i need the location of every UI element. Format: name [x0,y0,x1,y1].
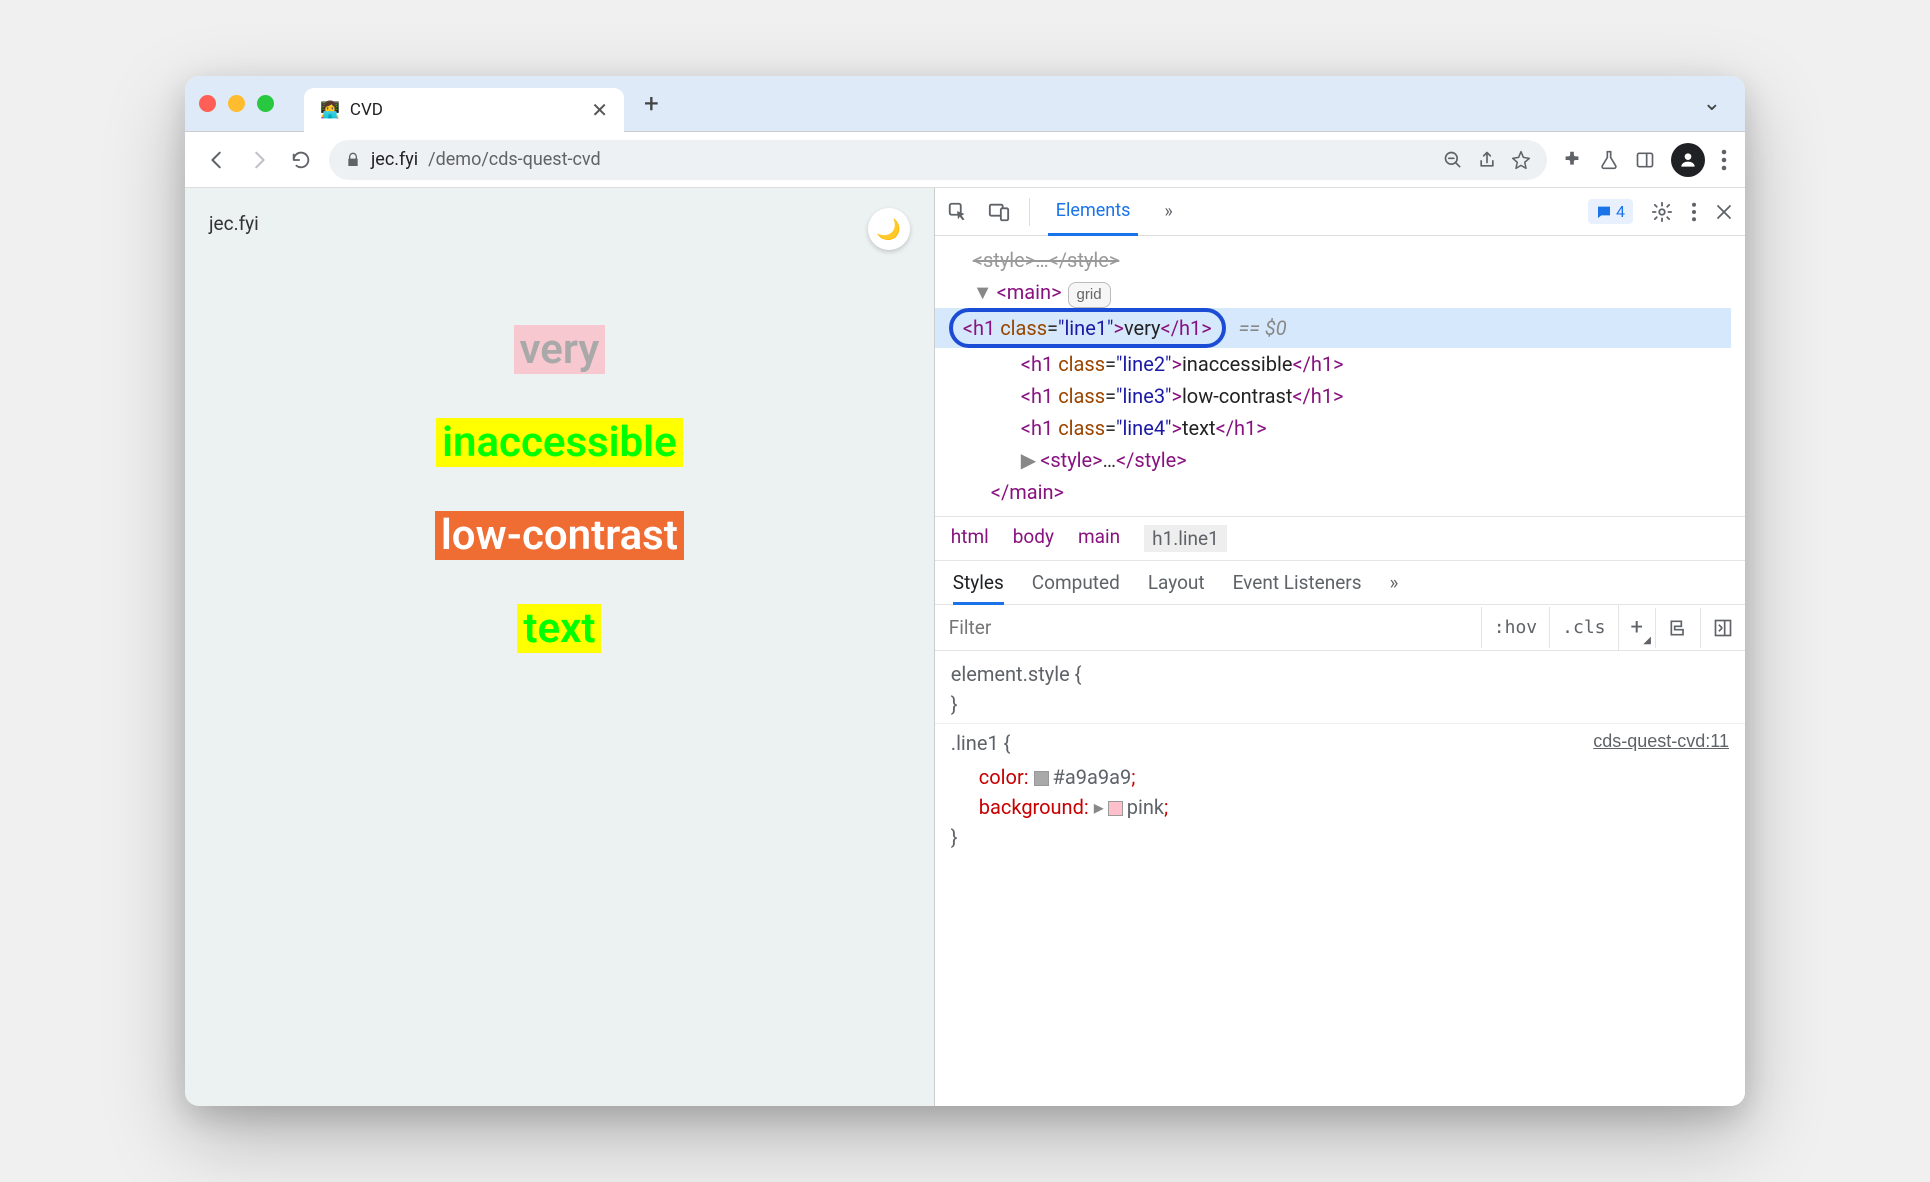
reload-icon [290,149,312,171]
tab-title: CVD [350,100,581,120]
devtools-panel: Elements » 4 <style>…</style> ▼<main>gri… [934,188,1745,1106]
content-area: jec.fyi 🌙 very inaccessible low-contrast… [185,188,1745,1106]
dom-selected-suffix: == $0 [1239,316,1287,340]
css-prop-color[interactable]: color: #a9a9a9; [979,765,1136,789]
grid-badge[interactable]: grid [1068,282,1111,308]
labs-icon[interactable] [1599,149,1619,171]
dom-row-h1-2[interactable]: <h1 class="line2">inaccessible</h1> [949,348,1731,380]
cls-toggle[interactable]: .cls [1549,607,1617,648]
moon-icon: 🌙 [876,217,901,241]
tab-elements[interactable]: Elements [1048,188,1139,236]
demo-lines: very inaccessible low-contrast text [209,325,910,653]
tab-event-listeners[interactable]: Event Listeners [1233,571,1362,594]
lock-icon [345,151,361,169]
breadcrumb-main[interactable]: main [1078,525,1120,552]
extensions-icon[interactable] [1561,149,1583,171]
bg-swatch-icon[interactable] [1108,801,1123,816]
demo-line-2: inaccessible [436,418,683,467]
maximize-window-button[interactable] [257,95,274,112]
computed-sidebar-icon[interactable] [1700,608,1745,648]
css-prop-background[interactable]: background: ▸pink; [979,795,1168,819]
breadcrumb-body[interactable]: body [1013,525,1054,552]
styles-more-icon[interactable]: » [1390,571,1399,594]
sidepanel-icon[interactable] [1635,150,1655,170]
devtools-tabs: Elements » 4 [935,188,1745,236]
browser-tab[interactable]: 👩‍💻 CVD ✕ [304,88,624,132]
rule-source-link[interactable]: cds-quest-cvd:11 [1593,728,1729,755]
styles-filter-input[interactable] [935,606,1481,649]
devtools-close-icon[interactable] [1715,203,1733,221]
forward-icon [248,149,270,171]
site-label: jec.fyi [209,212,910,235]
dom-breadcrumb[interactable]: html body main h1.line1 [935,516,1745,561]
color-swatch-icon[interactable] [1034,771,1049,786]
element-style-selector[interactable]: element.style { [951,662,1082,686]
dom-row-h1-3[interactable]: <h1 class="line3">low-contrast</h1> [949,380,1731,412]
back-icon [206,149,228,171]
settings-icon[interactable] [1651,201,1673,223]
dom-tree[interactable]: <style>…</style> ▼<main>grid ⋯ <h1 class… [935,236,1745,516]
share-icon[interactable] [1477,150,1497,170]
favicon-icon: 👩‍💻 [320,100,340,119]
hov-toggle[interactable]: :hov [1481,607,1549,648]
tab-more-icon[interactable]: » [1156,189,1180,234]
minimize-window-button[interactable] [228,95,245,112]
tabs-dropdown-icon[interactable]: ⌄ [1703,91,1731,116]
window-controls [199,95,274,112]
new-tab-button[interactable]: + [634,89,669,119]
address-bar[interactable]: jec.fyi/demo/cds-quest-cvd [329,140,1547,180]
back-button[interactable] [203,146,231,174]
issues-icon [1596,204,1612,220]
issues-counter[interactable]: 4 [1588,199,1633,224]
dom-row-style[interactable]: ▶<style>…</style> [949,444,1731,476]
forward-button[interactable] [245,146,273,174]
tab-computed[interactable]: Computed [1032,571,1120,594]
browser-toolbar: jec.fyi/demo/cds-quest-cvd [185,132,1745,188]
rendered-page: jec.fyi 🌙 very inaccessible low-contrast… [185,188,934,1106]
demo-line-4: text [517,604,601,653]
demo-line-3: low-contrast [435,511,684,560]
toolbar-right [1561,143,1727,177]
theme-toggle-button[interactable]: 🌙 [868,208,910,250]
breadcrumb-html[interactable]: html [951,525,989,552]
dom-row-prev[interactable]: <style>…</style> [949,244,1731,276]
url-domain: jec.fyi [371,149,418,170]
dom-row-h1-4[interactable]: <h1 class="line4">text</h1> [949,412,1731,444]
tab-strip: 👩‍💻 CVD ✕ + ⌄ [185,76,1745,132]
breadcrumb-selected[interactable]: h1.line1 [1144,525,1227,552]
dom-row-main-open[interactable]: ▼<main>grid [949,276,1731,308]
zoom-icon[interactable] [1443,150,1463,170]
paint-icon[interactable] [1655,608,1700,648]
devtools-menu-icon[interactable] [1691,202,1697,222]
profile-avatar[interactable] [1671,143,1705,177]
rule-selector[interactable]: .line1 { [951,731,1011,755]
styles-tabs: Styles Computed Layout Event Listeners » [935,561,1745,605]
close-tab-icon[interactable]: ✕ [591,98,608,122]
css-rules[interactable]: element.style { } cds-quest-cvd:11 .line… [935,651,1745,1106]
browser-window: 👩‍💻 CVD ✕ + ⌄ jec.fyi/demo/cds-quest-cvd [185,76,1745,1106]
issues-count: 4 [1616,202,1625,221]
dom-row-main-close[interactable]: </main> [949,476,1731,508]
dom-row-selected[interactable]: ⋯ <h1 class="line1">very</h1> == $0 [935,308,1731,348]
kebab-menu-icon[interactable] [1721,149,1727,171]
bookmark-icon[interactable] [1511,150,1531,170]
url-path: /demo/cds-quest-cvd [428,149,600,170]
device-toggle-icon[interactable] [987,201,1011,223]
demo-line-1: very [514,325,606,374]
new-rule-button[interactable]: +◢ [1618,605,1655,650]
reload-button[interactable] [287,146,315,174]
tab-layout[interactable]: Layout [1148,571,1205,594]
styles-filter-bar: :hov .cls +◢ [935,605,1745,651]
inspect-icon[interactable] [947,201,969,223]
close-window-button[interactable] [199,95,216,112]
tab-styles[interactable]: Styles [953,571,1004,605]
